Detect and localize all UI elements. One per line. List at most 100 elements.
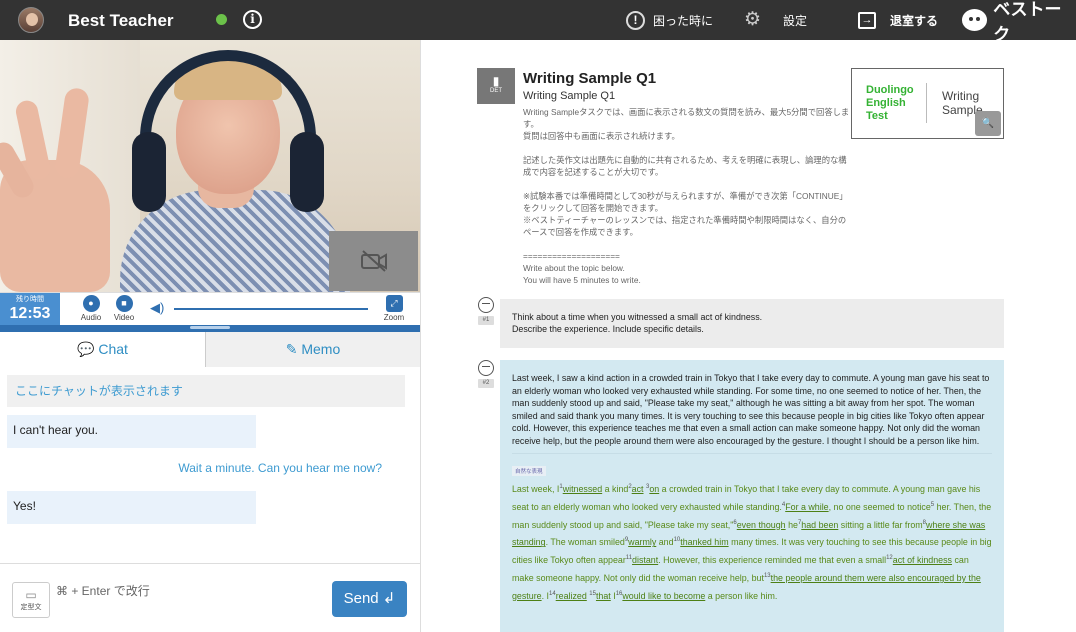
duolingo-brand: Duolingo English Test <box>866 84 914 122</box>
prompt-text: Think about a time when you witnessed a … <box>512 312 763 334</box>
self-video-preview[interactable] <box>329 231 418 291</box>
exclamation-icon: ! <box>626 10 645 30</box>
logo-bubble-icon <box>962 9 988 31</box>
microphone-icon: ● <box>82 295 100 312</box>
post-number: #2 <box>478 379 494 388</box>
post-author-teacher: #1 <box>477 297 495 325</box>
expand-icon: ⤢ <box>385 295 403 312</box>
send-button[interactable]: Send ↲ <box>332 581 407 617</box>
chat-composer: ▭ 定型文 ⌘ + Enter で改行 Send ↲ <box>0 563 420 632</box>
settings-button[interactable]: ⚙ 設定 <box>744 10 807 30</box>
logo-text: ベストーク <box>993 0 1062 44</box>
prompt-post: Think about a time when you witnessed a … <box>500 299 1004 348</box>
info-icon[interactable]: i <box>243 10 262 29</box>
correction-text: sitting a little far from <box>838 519 923 530</box>
chat-panel: ここにチャットが表示されます I can't hear you. Wait a … <box>0 367 420 563</box>
audio-label: Audio <box>80 313 102 322</box>
corrected-text: Last week, I1witnessed a kind2act 3on a … <box>512 480 992 604</box>
tab-chat[interactable]: 💬 Chat <box>0 332 205 367</box>
post-author-student: #2 <box>477 360 495 388</box>
audio-button[interactable]: ● Audio <box>76 295 106 322</box>
correction-text: Last week, I <box>512 483 560 494</box>
correction-phrase: had been <box>801 519 839 530</box>
video-label: Video <box>113 313 135 322</box>
volume-slider[interactable] <box>174 308 368 310</box>
media-control-bar: 残り時間 12:53 ● Audio ■ Video ◀) ⤢ Zoom <box>0 292 420 326</box>
settings-label: 設定 <box>783 13 808 28</box>
teacher-avatar <box>18 7 44 33</box>
chat-empty-notice: ここにチャットが表示されます <box>7 375 405 407</box>
camera-off-icon <box>360 250 387 272</box>
question-subtitle: Writing Sample Q1 <box>523 90 616 102</box>
timer-label: 残り時間 <box>16 296 44 303</box>
tab-chat-label: Chat <box>98 341 128 357</box>
chat-message-self: Wait a minute. Can you hear me now? <box>178 461 382 475</box>
correction-text: . However, this experience reminded me t… <box>658 555 887 566</box>
progress-knob[interactable] <box>190 326 230 329</box>
question-description: Writing Sampleタスクでは、画面に表示される数文の質問を読み、最大5… <box>523 107 850 285</box>
correction-phrase: distant <box>632 555 659 566</box>
tab-memo[interactable]: ✎ Memo <box>205 332 420 367</box>
det-sample-card: Duolingo English Test Writing Sample 🔍 <box>851 68 1004 139</box>
correction-phrase: even though <box>736 519 786 530</box>
correction-number: 13 <box>763 572 771 579</box>
correction-phrase: For a while <box>785 501 829 512</box>
speaker-icon[interactable]: ◀) <box>150 300 164 316</box>
correction-text: a person like him. <box>705 590 778 601</box>
teacher-avatar-icon <box>478 297 494 313</box>
remaining-time: 残り時間 12:53 <box>0 293 60 326</box>
correction-text: he <box>785 519 798 530</box>
gear-icon: ⚙ <box>744 9 762 30</box>
det-badge-label: DET <box>490 88 502 94</box>
correction-number: 14 <box>549 590 556 597</box>
help-button[interactable]: ! 困った時に <box>626 10 713 30</box>
answer-text: Last week, I saw a kind action in a crow… <box>512 373 990 446</box>
book-icon: ▮ <box>492 74 500 88</box>
pencil-square-icon: ✎ <box>285 341 298 357</box>
correction-text: and <box>656 537 674 548</box>
correction-phrase: warmly <box>628 537 657 548</box>
correction-phrase: witnessed <box>562 483 603 494</box>
question-title: Writing Sample Q1 <box>523 70 657 87</box>
app-window: Best Teacher i ! 困った時に ⚙ 設定 → 退室する ベストーク <box>0 0 1076 632</box>
correction-text: . I <box>541 590 550 601</box>
correction-number: 15 <box>589 590 596 597</box>
teacher-video-feed <box>0 40 420 292</box>
zoom-label: Zoom <box>383 313 405 322</box>
correction-phrase: that <box>595 590 611 601</box>
video-camera-icon: ■ <box>115 295 133 312</box>
correction-phrase: act of kindness <box>892 555 952 566</box>
bestalk-logo: ベストーク <box>962 0 1076 44</box>
correction-number: 12 <box>886 555 893 562</box>
template-label: 定型文 <box>20 604 42 611</box>
lesson-material-panel: ▮ DET Writing Sample Q1 Writing Sample Q… <box>421 40 1076 632</box>
correction-text: . The woman smiled <box>545 537 625 548</box>
exit-room-button[interactable]: → 退室する <box>858 10 938 30</box>
video-button[interactable]: ■ Video <box>109 295 139 322</box>
chat-bubble-icon: 💬 <box>77 341 95 357</box>
side-tabs: 💬 Chat ✎ Memo <box>0 332 420 367</box>
chat-message: I can't hear you. <box>7 415 256 448</box>
det-badge: ▮ DET <box>477 68 515 104</box>
online-status-dot <box>216 14 227 25</box>
student-avatar-icon <box>478 360 494 376</box>
template-button[interactable]: ▭ 定型文 <box>12 582 50 618</box>
answer-post: Last week, I saw a kind action in a crow… <box>500 360 1004 632</box>
correction-tag: 自然な表現 <box>512 466 546 476</box>
correction-text: , no one seemed to notice <box>828 501 931 512</box>
exit-icon: → <box>858 11 876 29</box>
exit-label: 退室する <box>890 13 939 28</box>
lesson-progress-bar <box>0 325 420 332</box>
help-label: 困った時に <box>653 13 714 28</box>
correction-phrase: on <box>649 483 660 494</box>
timer-value: 12:53 <box>9 305 51 322</box>
message-template-icon: ▭ <box>25 588 37 602</box>
post-number: #1 <box>478 316 494 325</box>
teacher-name: Best Teacher <box>68 11 174 30</box>
correction-phrase: act <box>631 483 644 494</box>
zoom-button[interactable]: ⤢ Zoom <box>379 295 409 322</box>
chat-input[interactable]: ⌘ + Enter で改行 <box>56 582 326 602</box>
correction-text: a kind <box>602 483 629 494</box>
magnify-icon[interactable]: 🔍 <box>975 111 1001 136</box>
chat-message: Yes! <box>7 491 256 524</box>
